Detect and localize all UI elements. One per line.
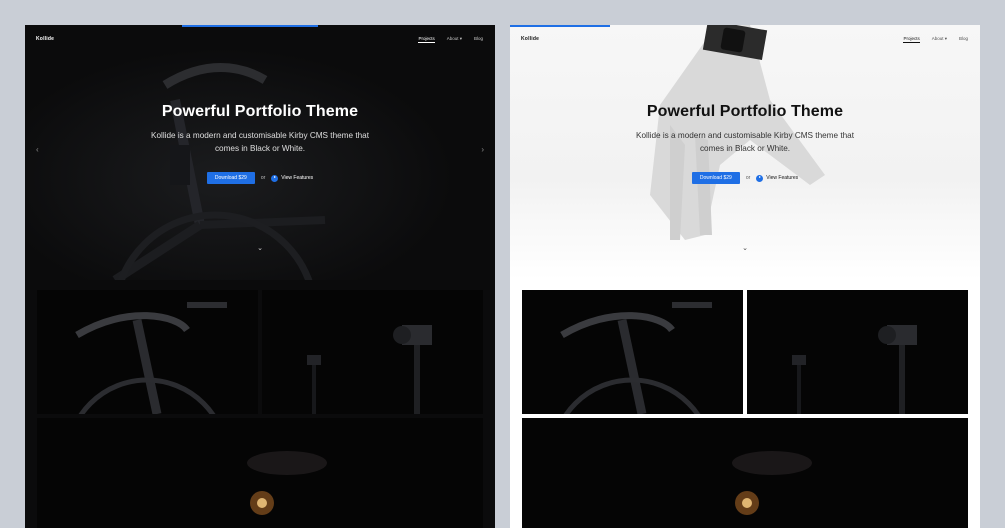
nav-item-about[interactable]: About ▾ [932,36,947,43]
hero-section: ‹ › Powerful Portfolio Theme Kollide is … [25,25,495,280]
hero-section: Powerful Portfolio Theme Kollide is a mo… [510,25,980,280]
project-tile-camera[interactable] [262,290,483,414]
logo[interactable]: Kollide [36,36,54,42]
chevron-double-down-icon[interactable]: ⌄ [25,244,495,252]
download-button[interactable]: Download $29 [691,172,740,184]
project-tile-sparkler[interactable] [522,418,968,528]
hero-title: Powerful Portfolio Theme [161,103,359,120]
nav-item-projects[interactable]: Projects [903,36,920,43]
play-icon [756,174,764,182]
view-features-label: View Features [766,175,799,181]
nav-item-blog[interactable]: Blog [474,36,483,43]
nav-menu: Projects About ▾ Blog [418,36,483,43]
nav-item-projects[interactable]: Projects [418,36,435,43]
chevron-right-icon[interactable]: › [481,145,484,154]
download-button[interactable]: Download $29 [206,172,255,184]
or-text: or [745,175,751,181]
chevron-double-down-icon[interactable]: ⌄ [510,244,980,252]
nav-bar: Kollide Projects About ▾ Blog [25,25,495,53]
dark-theme-preview: ‹ › Powerful Portfolio Theme Kollide is … [25,25,495,528]
project-tile-bike[interactable] [522,290,743,414]
project-tile-bike[interactable] [37,290,258,414]
hero-cta: Download $29 or View Features [25,172,495,184]
view-features-link[interactable]: View Features [756,174,799,182]
hero-cta: Download $29 or View Features [510,172,980,184]
hero-description: Kollide is a modern and customisable Kir… [636,131,854,153]
or-text: or [260,175,266,181]
nav-item-about[interactable]: About ▾ [447,36,462,43]
play-icon [271,174,279,182]
project-tile-camera[interactable] [747,290,968,414]
light-theme-preview: Powerful Portfolio Theme Kollide is a mo… [510,25,980,528]
project-tile-sparkler[interactable] [37,418,483,528]
hero-title: Powerful Portfolio Theme [646,103,844,120]
nav-item-blog[interactable]: Blog [959,36,968,43]
view-features-link[interactable]: View Features [271,174,314,182]
hero-description: Kollide is a modern and customisable Kir… [151,131,369,153]
view-features-label: View Features [281,175,314,181]
nav-menu: Projects About ▾ Blog [903,36,968,43]
nav-bar: Kollide Projects About ▾ Blog [510,25,980,53]
chevron-left-icon[interactable]: ‹ [36,145,39,154]
logo[interactable]: Kollide [521,36,539,42]
